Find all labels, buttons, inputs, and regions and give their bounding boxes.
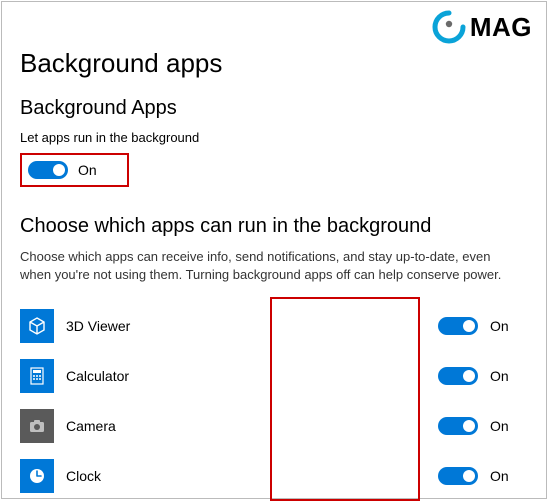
app-toggle-label: On xyxy=(490,318,509,334)
highlight-master-toggle: On xyxy=(20,153,129,187)
app-name: Calculator xyxy=(66,368,428,384)
app-toggle-label: On xyxy=(490,368,509,384)
app-toggle-label: On xyxy=(490,418,509,434)
cube-icon xyxy=(20,309,54,343)
app-list: 3D Viewer On Calculator xyxy=(20,301,528,501)
list-item: Calculator On xyxy=(20,351,528,401)
clock-icon xyxy=(20,459,54,493)
brand-logo: MAG xyxy=(432,10,532,44)
section-choose-apps-description: Choose which apps can receive info, send… xyxy=(20,248,514,283)
master-toggle[interactable] xyxy=(28,161,68,179)
app-toggle-camera[interactable] xyxy=(438,417,478,435)
logo-text: MAG xyxy=(470,12,532,43)
logo-mark-icon xyxy=(432,10,466,44)
list-item: Camera On xyxy=(20,401,528,451)
app-toggle-clock[interactable] xyxy=(438,467,478,485)
calculator-icon xyxy=(20,359,54,393)
app-name: Camera xyxy=(66,418,428,434)
master-toggle-label: On xyxy=(78,162,97,178)
app-name: 3D Viewer xyxy=(66,318,428,334)
section-background-apps-title: Background Apps xyxy=(20,97,528,120)
app-toggle-calculator[interactable] xyxy=(438,367,478,385)
app-name: Clock xyxy=(66,468,428,484)
page-title: Background apps xyxy=(20,48,528,79)
app-toggle-3d-viewer[interactable] xyxy=(438,317,478,335)
section-choose-apps-title: Choose which apps can run in the backgro… xyxy=(20,215,528,238)
master-toggle-description: Let apps run in the background xyxy=(20,130,528,145)
app-toggle-label: On xyxy=(490,468,509,484)
list-item: Clock On xyxy=(20,451,528,501)
camera-icon xyxy=(20,409,54,443)
list-item: 3D Viewer On xyxy=(20,301,528,351)
